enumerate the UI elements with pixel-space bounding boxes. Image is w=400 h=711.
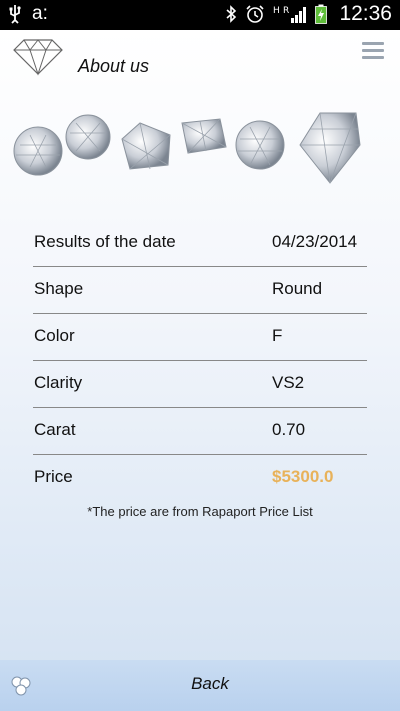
svg-text:R: R: [283, 6, 289, 16]
diamond-4: [181, 118, 227, 154]
a-icon: a:: [32, 3, 48, 24]
diamond-6: [299, 112, 361, 184]
diamond-5: [235, 120, 285, 170]
row-clarity: Clarity VS2: [33, 361, 367, 408]
svg-text:H: H: [273, 6, 280, 16]
alarm-icon: [245, 4, 265, 24]
row-label: Clarity: [34, 373, 83, 392]
row-value: Round: [272, 279, 323, 298]
status-bar: a: HR 12:36: [0, 0, 400, 30]
row-label: Shape: [34, 279, 84, 298]
row-value: 04/23/2014: [272, 232, 358, 251]
menu-icon[interactable]: [362, 42, 386, 62]
diamond-1: [13, 126, 63, 176]
header: About us: [0, 30, 400, 100]
back-button[interactable]: Back: [150, 674, 270, 694]
status-bar-right: HR 12:36: [225, 2, 392, 26]
bottom-bar: Back: [0, 660, 400, 711]
price-note: *The price are from Rapaport Price List: [87, 504, 313, 519]
hr-signal-icon: HR: [273, 4, 307, 24]
row-label: Carat: [34, 420, 76, 439]
row-value: 0.70: [272, 420, 306, 439]
status-time: 12:36: [339, 2, 392, 25]
app-screen: About us Results of the date 04/23/2014 …: [0, 30, 400, 711]
row-price: Price $5300.0: [33, 455, 367, 502]
page-title: About us: [78, 56, 150, 76]
row-value: F: [272, 326, 283, 345]
status-bar-left: a:: [8, 3, 48, 25]
row-label: Color: [34, 326, 75, 345]
usb-icon: [8, 4, 22, 24]
row-value: VS2: [272, 373, 305, 392]
row-label: Results of the date: [34, 232, 176, 251]
row-label: Price: [34, 467, 73, 486]
row-date: Results of the date 04/23/2014: [33, 220, 367, 267]
row-carat: Carat 0.70: [33, 408, 367, 455]
bluetooth-icon: [225, 5, 237, 23]
diamond-3: [121, 122, 171, 170]
details-table: Results of the date 04/23/2014 Shape Rou…: [33, 220, 367, 502]
row-shape: Shape Round: [33, 267, 367, 314]
battery-icon: [315, 4, 328, 24]
diamonds-banner: [0, 105, 400, 190]
diamond-2: [65, 114, 111, 160]
row-color: Color F: [33, 314, 367, 361]
gem-cluster-icon[interactable]: [10, 675, 32, 697]
price-value: $5300.0: [272, 467, 334, 486]
diamond-logo: [10, 36, 66, 78]
